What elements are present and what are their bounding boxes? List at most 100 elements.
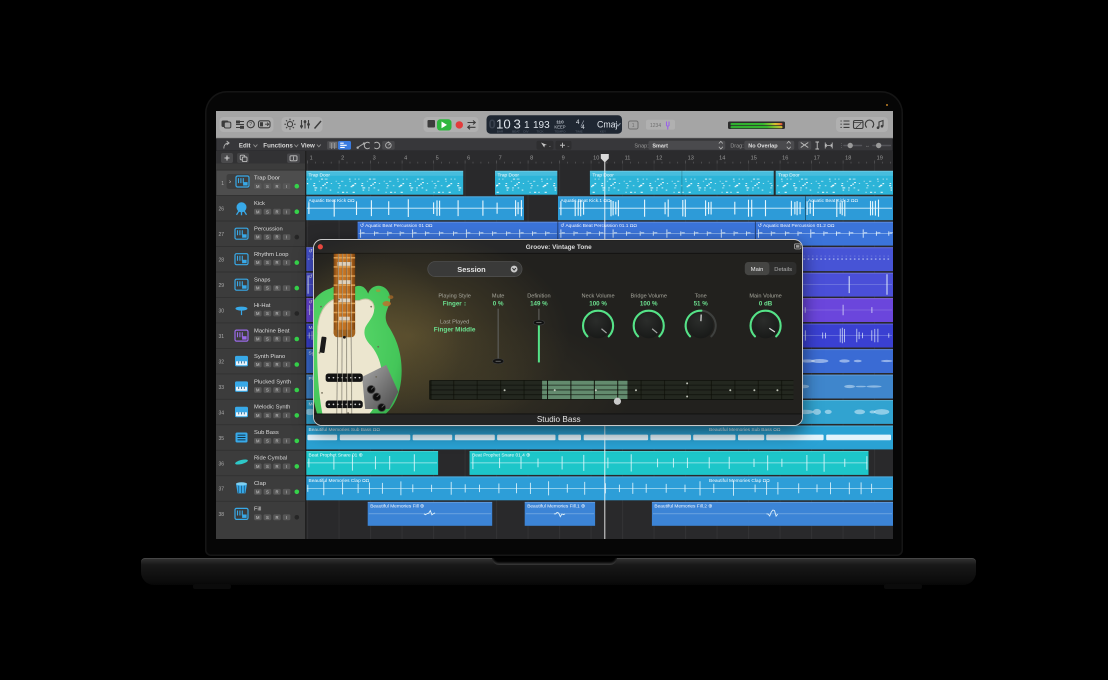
svg-text:R: R bbox=[275, 362, 278, 367]
svg-text:BEAT: BEAT bbox=[512, 129, 520, 133]
svg-text:M: M bbox=[256, 362, 260, 367]
svg-text:M: M bbox=[256, 489, 260, 494]
svg-text:Finger Middle: Finger Middle bbox=[434, 326, 476, 333]
svg-text:15: 15 bbox=[751, 155, 757, 161]
svg-text:Session: Session bbox=[457, 265, 486, 274]
svg-text:Playing Style: Playing Style bbox=[439, 293, 471, 299]
svg-text:S: S bbox=[266, 209, 269, 214]
svg-text:Trap Door: Trap Door bbox=[498, 172, 520, 178]
svg-text:⋮: ⋮ bbox=[839, 143, 844, 149]
svg-text:Trap Door: Trap Door bbox=[778, 172, 800, 178]
svg-text:Main Volume: Main Volume bbox=[750, 293, 782, 299]
svg-text:M: M bbox=[256, 413, 260, 418]
svg-text:R: R bbox=[275, 464, 278, 469]
svg-text:R: R bbox=[275, 514, 278, 519]
svg-text:BAR: BAR bbox=[497, 129, 504, 133]
svg-text:Synth Piano: Synth Piano bbox=[254, 353, 285, 359]
svg-text:51 %: 51 % bbox=[694, 300, 709, 307]
svg-text:Fill: Fill bbox=[254, 506, 261, 512]
svg-text:Snap:: Snap: bbox=[634, 143, 649, 149]
svg-text:30: 30 bbox=[218, 308, 224, 314]
svg-text:R: R bbox=[275, 489, 278, 494]
svg-text:M: M bbox=[256, 260, 260, 265]
svg-text:Plucked Synth: Plucked Synth bbox=[254, 379, 291, 385]
svg-text:S: S bbox=[266, 387, 269, 392]
svg-text:Beautiful Memories Fill.1 ⊕: Beautiful Memories Fill.1 ⊕ bbox=[527, 503, 585, 509]
svg-text:⌄: ⌄ bbox=[548, 143, 552, 148]
svg-text:KEY: KEY bbox=[600, 129, 606, 133]
svg-text:R: R bbox=[275, 438, 278, 443]
svg-text:Percussion: Percussion bbox=[254, 226, 283, 232]
svg-text:Smart: Smart bbox=[652, 143, 668, 149]
svg-text:M: M bbox=[256, 438, 260, 443]
svg-text:Beautiful Memories Clap ΩΩ: Beautiful Memories Clap ΩΩ bbox=[309, 477, 370, 483]
svg-text:Bridge Volume: Bridge Volume bbox=[631, 293, 667, 299]
svg-text:2: 2 bbox=[341, 155, 344, 161]
svg-text:Trap Door: Trap Door bbox=[254, 175, 280, 181]
svg-text:27: 27 bbox=[218, 232, 224, 238]
svg-text:7: 7 bbox=[499, 155, 502, 161]
svg-text:↺ Aquatic Beat Percussion 01: ↺ Aquatic Beat Percussion 01 ΩΩ bbox=[360, 223, 433, 229]
svg-text:Beautiful Memories Fill.2 ⊕: Beautiful Memories Fill.2 ⊕ bbox=[654, 503, 712, 509]
svg-text:I: I bbox=[286, 387, 287, 392]
svg-text:M: M bbox=[256, 387, 260, 392]
svg-text:26: 26 bbox=[218, 206, 224, 212]
svg-text:S: S bbox=[266, 285, 269, 290]
svg-text:↔: ↔ bbox=[865, 143, 869, 148]
svg-text:14: 14 bbox=[719, 155, 725, 161]
svg-text:Tone: Tone bbox=[695, 293, 707, 299]
svg-text:3: 3 bbox=[373, 155, 376, 161]
svg-text:Aquatic Beat Kick.1 ΩΩ: Aquatic Beat Kick.1 ΩΩ bbox=[561, 197, 612, 203]
svg-text:12: 12 bbox=[656, 155, 662, 161]
svg-text:I: I bbox=[286, 311, 287, 316]
svg-text:M: M bbox=[256, 336, 260, 341]
svg-text:19: 19 bbox=[877, 155, 883, 161]
svg-text:Beat Prophet Snare 01 ⊕: Beat Prophet Snare 01 ⊕ bbox=[309, 452, 363, 458]
svg-text:4: 4 bbox=[404, 155, 407, 161]
svg-text:Edit: Edit bbox=[239, 142, 251, 149]
svg-text:16: 16 bbox=[782, 155, 788, 161]
svg-text:I: I bbox=[286, 285, 287, 290]
svg-text:M: M bbox=[256, 183, 260, 188]
svg-text:R: R bbox=[275, 336, 278, 341]
svg-text:S: S bbox=[266, 489, 269, 494]
svg-text:18: 18 bbox=[845, 155, 851, 161]
svg-text:S: S bbox=[266, 234, 269, 239]
svg-text:TIME: TIME bbox=[575, 129, 582, 133]
svg-text:No Overlap: No Overlap bbox=[748, 143, 778, 149]
svg-text:10: 10 bbox=[593, 155, 599, 161]
svg-text:R: R bbox=[275, 260, 278, 265]
svg-text:Hi-Hat: Hi-Hat bbox=[254, 302, 271, 308]
svg-text:Trap Door: Trap Door bbox=[592, 172, 614, 178]
svg-text:Sub Bass: Sub Bass bbox=[254, 430, 279, 436]
svg-text:?: ? bbox=[249, 122, 252, 128]
svg-text:11: 11 bbox=[625, 155, 631, 161]
svg-text:S: S bbox=[266, 464, 269, 469]
svg-text:Neck Volume: Neck Volume bbox=[582, 293, 615, 299]
svg-text:Aquatic Beat Kick.2 ΩΩ: Aquatic Beat Kick.2 ΩΩ bbox=[808, 197, 859, 203]
svg-text:1: 1 bbox=[310, 155, 313, 161]
svg-text:I: I bbox=[286, 489, 287, 494]
svg-text:Definition: Definition bbox=[527, 293, 550, 299]
svg-text:I: I bbox=[286, 413, 287, 418]
svg-text:M: M bbox=[256, 514, 260, 519]
svg-text:I: I bbox=[286, 438, 287, 443]
svg-text:R: R bbox=[275, 387, 278, 392]
svg-text:R: R bbox=[275, 285, 278, 290]
svg-text:34: 34 bbox=[218, 410, 224, 416]
svg-text:6: 6 bbox=[467, 155, 470, 161]
svg-text:I: I bbox=[286, 464, 287, 469]
svg-text:1: 1 bbox=[221, 181, 224, 187]
svg-text:S: S bbox=[266, 336, 269, 341]
svg-text:17: 17 bbox=[814, 155, 820, 161]
svg-text:1234: 1234 bbox=[650, 123, 661, 129]
svg-text:↺ Aquatic Beat Percussion 01.2: ↺ Aquatic Beat Percussion 01.2 ΩΩ bbox=[758, 223, 835, 229]
svg-text:I: I bbox=[286, 362, 287, 367]
svg-text:Melodic Synth: Melodic Synth bbox=[254, 404, 290, 410]
svg-text:Beautiful Memories Clap ΩΩ: Beautiful Memories Clap ΩΩ bbox=[709, 477, 770, 483]
svg-text:Beautiful Memories Sub Bass Ω: Beautiful Memories Sub Bass ΩΩ bbox=[309, 427, 381, 433]
svg-text:Drag:: Drag: bbox=[730, 143, 744, 149]
svg-text:4: 4 bbox=[576, 119, 580, 126]
svg-text:Beautiful Memories Sub Bass Ω: Beautiful Memories Sub Bass ΩΩ bbox=[709, 427, 781, 433]
svg-text:I: I bbox=[286, 260, 287, 265]
